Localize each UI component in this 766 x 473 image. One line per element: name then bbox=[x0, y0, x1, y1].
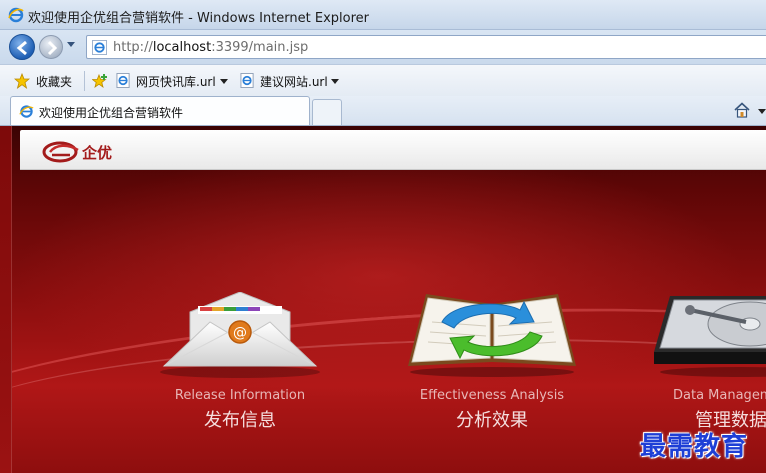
feature-title-cn: 分析效果 bbox=[456, 410, 528, 431]
add-favorite-icon[interactable] bbox=[92, 73, 108, 89]
favorite-item-web-slice[interactable]: 网页快讯库.url bbox=[116, 72, 234, 90]
browser-window: 欢迎使用企优组合营销软件 - Windows Internet Explorer… bbox=[0, 0, 766, 473]
tab-main[interactable]: 欢迎使用企优组合营销软件 bbox=[10, 96, 310, 125]
feature-title-en: Data Management bbox=[673, 388, 766, 403]
favorite-item-suggested-sites[interactable]: 建议网站.url bbox=[240, 72, 344, 90]
ie-page-icon bbox=[116, 73, 130, 88]
chevron-down-icon bbox=[220, 79, 228, 84]
forward-button[interactable] bbox=[39, 35, 63, 59]
feature-release-information[interactable]: @ Release Information 发布信息 bbox=[150, 292, 330, 432]
feature-data-management[interactable]: Data Management 管理数据 bbox=[650, 292, 766, 432]
title-bar: 欢迎使用企优组合营销软件 - Windows Internet Explorer bbox=[0, 0, 766, 30]
url-scheme: http:// bbox=[113, 40, 153, 55]
feature-title-en: Effectiveness Analysis bbox=[419, 388, 565, 403]
back-arrow-icon bbox=[16, 40, 27, 56]
new-tab-button[interactable] bbox=[312, 99, 342, 125]
feature-title-cn: 发布信息 bbox=[204, 410, 276, 431]
watermark-text: 最需教育 bbox=[640, 432, 749, 462]
history-dropdown-icon[interactable] bbox=[67, 42, 75, 47]
favorites-button[interactable]: 收藏夹 bbox=[36, 73, 72, 90]
home-dropdown-icon[interactable] bbox=[758, 109, 766, 114]
feature-effectiveness-analysis[interactable]: Effectiveness Analysis 分析效果 bbox=[402, 292, 582, 432]
ie-page-icon bbox=[240, 73, 254, 88]
brand-logo-icon bbox=[42, 141, 79, 163]
tab-bar: 欢迎使用企优组合营销软件 bbox=[0, 96, 766, 126]
analysis-book-icon bbox=[408, 294, 576, 377]
favorite-item-label: 建议网站.url bbox=[260, 75, 328, 89]
url-path: :3399/main.jsp bbox=[211, 40, 309, 55]
home-icon[interactable] bbox=[733, 101, 751, 119]
envelope-icon: @ bbox=[160, 292, 320, 378]
favorite-item-label: 网页快讯库.url bbox=[136, 75, 216, 89]
window-title: 欢迎使用企优组合营销软件 - Windows Internet Explorer bbox=[28, 11, 369, 26]
left-border bbox=[0, 126, 12, 473]
hard-drive-icon bbox=[654, 296, 766, 377]
tab-label: 欢迎使用企优组合营销软件 bbox=[39, 106, 184, 120]
navigation-bar: http://localhost:3399/main.jsp bbox=[0, 30, 766, 64]
ie-logo-icon bbox=[19, 105, 34, 118]
back-button[interactable] bbox=[9, 34, 35, 60]
svg-text:@: @ bbox=[233, 325, 247, 341]
feature-title-en: Release Information bbox=[174, 388, 306, 403]
favorites-star-icon[interactable] bbox=[14, 73, 30, 89]
separator bbox=[84, 71, 85, 91]
chevron-down-icon bbox=[331, 79, 339, 84]
ie-logo-icon bbox=[8, 7, 24, 23]
page-ie-icon bbox=[92, 40, 107, 55]
address-bar[interactable]: http://localhost:3399/main.jsp bbox=[86, 35, 766, 59]
url-text: http://localhost:3399/main.jsp bbox=[113, 40, 308, 55]
forward-arrow-icon bbox=[47, 40, 58, 56]
app-header: 企优 bbox=[20, 130, 766, 170]
page-content: 企优 @ Release Information 发布信息 Effectiven… bbox=[0, 126, 766, 473]
brand-name: 企优 bbox=[82, 144, 113, 162]
favorites-bar: 收藏夹 网页快讯库.url 建议网站.url bbox=[0, 64, 766, 96]
url-host: localhost bbox=[152, 40, 212, 55]
